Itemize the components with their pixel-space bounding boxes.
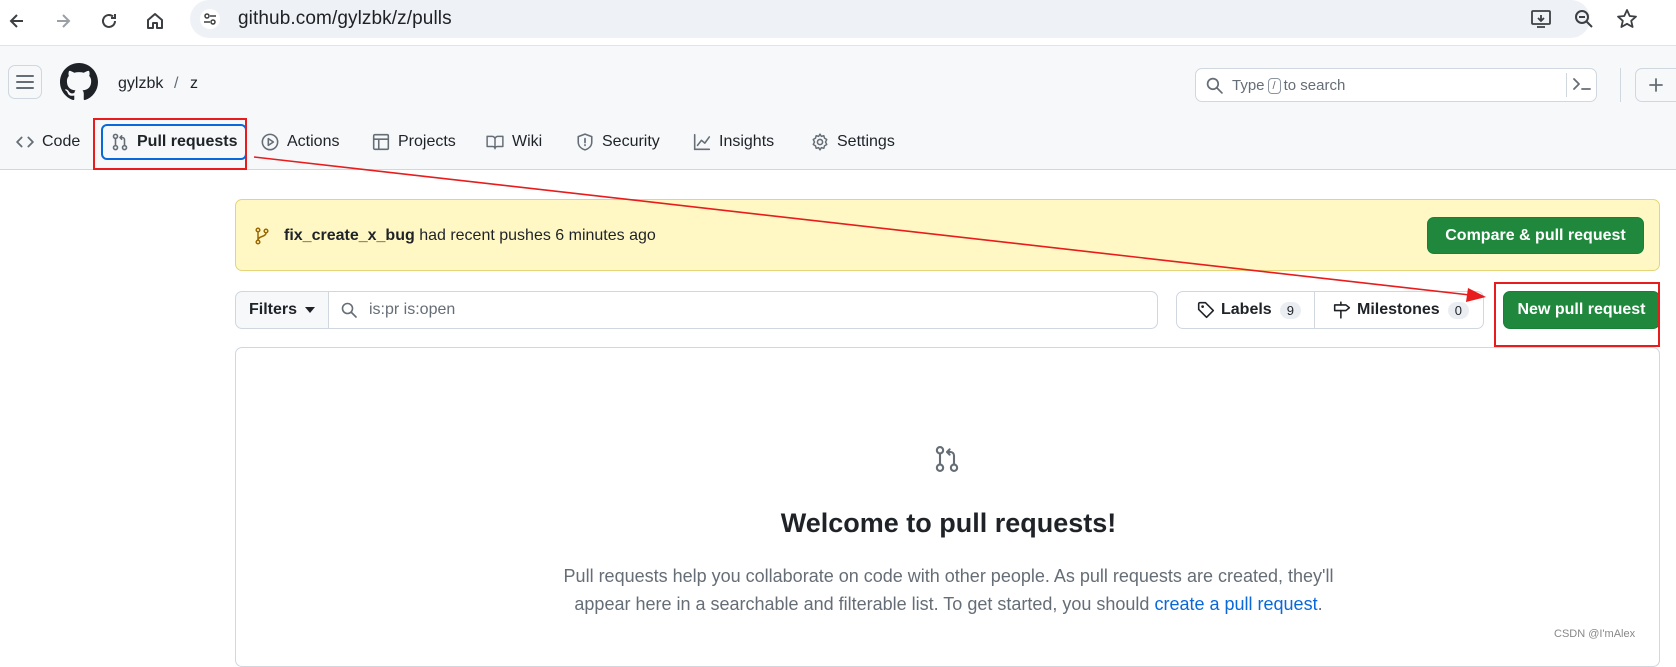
tab-settings-label: Settings [837,133,895,150]
site-info-icon[interactable] [200,9,220,29]
hamburger-icon [16,75,34,89]
reload-icon[interactable] [94,6,124,36]
blankslate-title: Welcome to pull requests! [780,508,1117,538]
annotation-box-new-pull-request [1494,282,1660,347]
install-app-icon[interactable] [1527,5,1555,33]
filter-bar: Filters is:pr is:open [235,291,1158,329]
tab-projects[interactable]: Projects [364,126,464,158]
table-icon [372,133,390,151]
breadcrumb-separator: / [174,75,179,92]
search-input[interactable]: Type / to search [1195,68,1597,102]
search-query-value: is:pr is:open [369,301,456,318]
book-icon [486,135,504,150]
tab-wiki-label: Wiki [512,133,543,150]
filters-label: Filters [248,301,297,318]
tab-security[interactable]: Security [568,126,668,158]
repo-owner-link[interactable]: gylzbk [118,75,163,93]
tab-actions[interactable]: Actions [253,126,347,158]
watermark-text: CSDN @I'mAlex [1554,628,1636,640]
branch-name[interactable]: fix_create_x_bug [284,227,415,244]
tab-wiki[interactable]: Wiki [478,126,550,158]
address-bar[interactable]: github.com/gylzbk/z/pulls [190,0,1590,38]
search-divider [1566,73,1567,97]
recent-push-banner: fix_create_x_bug had recent pushes 6 min… [235,199,1660,271]
tag-icon [1197,301,1215,319]
pull-request-search-input[interactable]: is:pr is:open [329,292,1157,328]
header-divider [1620,68,1621,102]
repo-header: gylzbk / z Type / to search Code Pull requ… [0,46,1676,170]
tab-projects-label: Projects [398,133,456,150]
zoom-icon[interactable] [1570,5,1598,33]
home-icon[interactable] [140,6,170,36]
code-icon [16,136,34,148]
milestone-icon [1333,301,1351,319]
labels-link[interactable]: Labels 9 [1197,292,1301,328]
tab-actions-label: Actions [287,133,340,150]
create-new-button[interactable] [1635,68,1676,102]
url-text: github.com/gylzbk/z/pulls [238,8,452,29]
annotation-box-pull-requests [93,118,247,170]
filters-dropdown-button[interactable]: Filters [236,292,329,328]
labels-milestones-group: Labels 9 Milestones 0 [1176,291,1484,329]
tab-security-label: Security [602,133,660,150]
pull-requests-blankslate: Welcome to pull requests! Pull requests … [235,347,1660,667]
gear-icon [812,133,828,151]
tab-settings[interactable]: Settings [803,126,903,158]
milestones-link[interactable]: Milestones 0 [1333,292,1469,328]
menu-button[interactable] [8,65,42,99]
play-icon [261,133,279,151]
repo-name-link[interactable]: z [190,75,198,93]
tab-code-label: Code [42,133,81,150]
labels-milestones-divider [1314,292,1315,328]
back-icon[interactable] [2,6,32,36]
tab-code[interactable]: Code [8,126,88,158]
git-pull-request-icon [935,446,959,472]
graph-icon [693,133,711,151]
bookmark-star-icon[interactable] [1613,5,1641,33]
forward-icon[interactable] [48,6,78,36]
command-palette-icon[interactable] [1571,75,1595,95]
milestones-counter: 0 [1447,301,1469,319]
search-placeholder: Type / to search [1232,77,1346,94]
browser-toolbar: github.com/gylzbk/z/pulls [0,0,1676,46]
create-pull-request-link[interactable]: create a pull request [1154,594,1317,614]
milestones-label: Milestones [1357,301,1440,318]
compare-pull-request-button[interactable]: Compare & pull request [1427,217,1644,254]
github-logo-icon[interactable] [60,63,98,101]
plus-icon [1649,78,1663,92]
shield-icon [577,133,593,151]
caret-down-icon [305,307,315,313]
recent-push-text: fix_create_x_bug had recent pushes 6 min… [284,227,656,244]
labels-label: Labels [1221,301,1272,318]
tab-insights[interactable]: Insights [685,126,782,158]
labels-counter: 9 [1279,301,1301,319]
git-branch-icon [255,227,269,245]
blankslate-description: Pull requests help you collaborate on co… [563,566,1334,614]
search-icon [341,302,357,318]
search-icon [1206,77,1223,94]
tab-insights-label: Insights [719,133,775,150]
